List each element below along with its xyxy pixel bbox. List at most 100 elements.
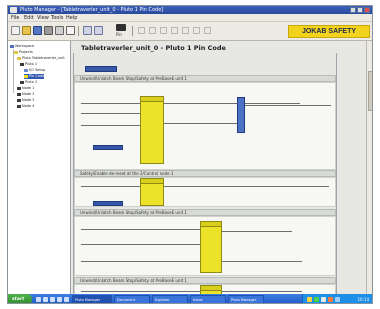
function-block[interactable] [140,178,164,206]
tree-item-node-3[interactable]: Node 3 [17,98,34,103]
tree-item-node-2[interactable]: Node 2 [17,92,34,97]
clock: 10:14 [357,297,369,302]
function-block[interactable] [200,221,222,273]
upload-icon[interactable] [193,27,200,34]
quick-launch-icon[interactable] [64,297,69,302]
network-2 [74,177,336,207]
save-icon[interactable] [33,26,42,35]
monitor-icon[interactable] [171,27,178,34]
node-icon [17,86,21,90]
toolbar-separator [132,26,133,36]
tray-icon[interactable] [321,297,326,302]
folder-icon [14,50,18,54]
toolbar: Pin JOKAB SAFETY [8,22,372,41]
tree-item-pluto-2[interactable]: Pluto 2 [20,80,37,85]
diagram-title: Tabletraverler_unit_0 - Pluto 1 Pin Code [81,44,226,52]
tree-item-project[interactable]: Pluto Tabletraverler_unit [17,56,65,61]
step-icon[interactable] [160,27,167,34]
block-button[interactable] [93,201,123,206]
toolbar-separator [78,26,79,36]
function-block[interactable] [140,96,164,164]
taskbar-task[interactable]: Pluto Manager [228,295,264,303]
zoom-out-icon[interactable] [94,26,103,35]
wire [222,231,292,232]
stop-icon[interactable] [149,27,156,34]
wire [164,123,238,124]
menu-tools[interactable]: Tools [51,14,63,22]
workspace-icon [10,44,14,48]
taskbar-task[interactable]: Explorer [152,295,188,303]
settings-icon[interactable] [204,27,211,34]
tree-item-io-setup[interactable]: I/O Setup [24,68,45,73]
menu-help[interactable]: Help [66,14,77,22]
start-button[interactable]: start [8,294,32,303]
window-title: Pluto Manager - [Tabletraverler_unit_0 -… [20,7,164,13]
io-icon [24,68,28,72]
quick-launch-icon[interactable] [50,297,55,302]
network-header[interactable]: Safety/Enable de-reset at the 2/Control … [74,170,336,177]
start-block-button[interactable] [85,66,117,72]
wire [164,186,329,187]
code-icon [24,74,28,78]
screen: Pluto Manager - [Tabletraverler_unit_0 -… [7,5,373,304]
wire [81,186,140,187]
quick-launch-icon[interactable] [43,297,48,302]
taskbar-task[interactable]: Pluto Manager [72,295,112,303]
minimize-button[interactable] [350,7,356,13]
tray-icon[interactable] [307,297,312,302]
wire [164,103,300,104]
taskbar-task[interactable]: Document [114,295,150,303]
menu-view[interactable]: View [37,14,49,22]
wire [81,261,200,262]
rail-line [336,53,337,294]
node-icon [17,98,21,102]
scrollbar-thumb[interactable] [368,71,372,111]
vertical-scrollbar[interactable] [366,41,372,294]
tree-item-projects[interactable]: Projects [14,50,33,55]
tree-item-node-1[interactable]: Node 1 [17,86,34,91]
network-header[interactable]: Unwind/Unlatch Beam Stop/Safety at PreBa… [74,75,336,82]
function-block[interactable] [200,285,222,294]
open-folder-icon[interactable] [22,26,31,35]
download-icon[interactable] [182,27,189,34]
wire [81,244,200,245]
tray-icon[interactable] [328,297,333,302]
block-button[interactable] [93,145,123,150]
close-button[interactable] [364,7,370,13]
taskbar-task[interactable]: Inbox [190,295,226,303]
output-block[interactable] [237,97,245,133]
brand-logo: JOKAB SAFETY [288,25,370,38]
wire [81,103,140,104]
node-icon [17,92,21,96]
title-bar: Pluto Manager - [Tabletraverler_unit_0 -… [8,6,372,14]
menu-file[interactable]: File [11,14,19,22]
maximize-button[interactable] [357,7,363,13]
tray-icon[interactable] [335,297,340,302]
wire [81,125,140,126]
network-4 [74,284,336,294]
plc-icon [20,80,24,84]
wire [245,105,331,106]
menu-bar: File Edit View Tools Help [8,14,372,22]
zoom-in-icon[interactable] [83,26,92,35]
quick-launch-icon[interactable] [36,297,41,302]
wire [81,113,140,114]
pin-label: Pin [116,32,122,37]
quick-launch-icon[interactable] [57,297,62,302]
diagram-canvas[interactable]: Tabletraverler_unit_0 - Pluto 1 Pin Code… [71,41,372,294]
network-header[interactable]: Unwind/Unlatch Beam Stop/Safety at PreBa… [74,209,336,216]
tray-icon[interactable] [314,297,319,302]
tree-item-pin-code[interactable]: Pin Code [24,74,45,79]
tree-item-workspace[interactable]: Workspace [10,44,34,49]
pin-icon[interactable] [116,24,126,31]
print-icon[interactable] [44,26,53,35]
network-header[interactable]: Unwind/Unlatch Beam Stop/Safety at PreBa… [74,277,336,284]
cut-icon[interactable] [55,26,64,35]
play-icon[interactable] [138,27,145,34]
tree-item-node-4[interactable]: Node 4 [17,104,34,109]
tree-item-pluto-1[interactable]: Pluto 1 [20,62,37,67]
network-3 [74,216,336,276]
menu-edit[interactable]: Edit [24,14,34,22]
new-file-icon[interactable] [11,26,20,35]
copy-icon[interactable] [66,26,75,35]
